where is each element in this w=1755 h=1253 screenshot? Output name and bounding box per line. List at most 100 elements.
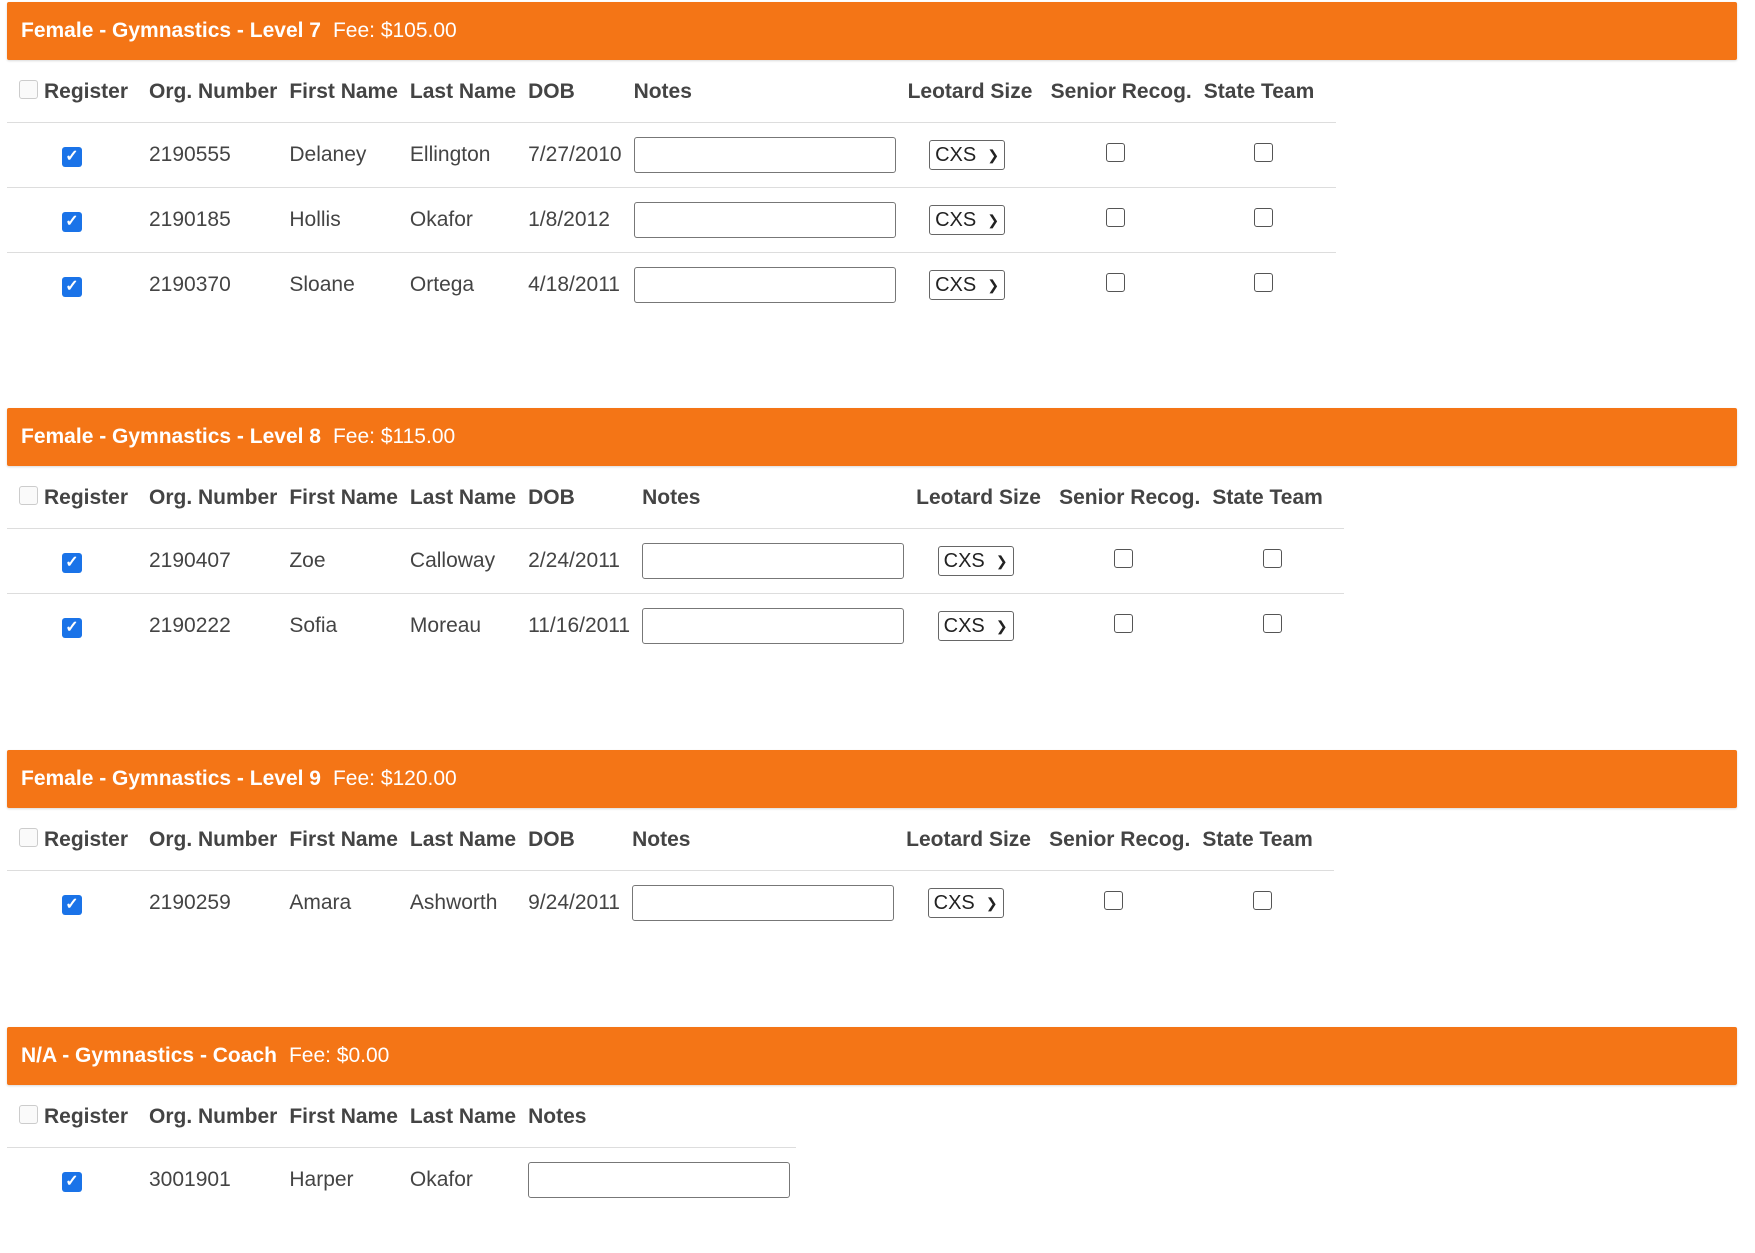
select-all-checkbox[interactable]	[19, 1104, 38, 1124]
org-number-header: Org. Number	[137, 62, 278, 123]
section-coach: N/A - Gymnastics - Coach Fee: $0.00 Regi…	[7, 1027, 1737, 1212]
state-cell	[1191, 187, 1336, 253]
leotard-size-value: CXS	[935, 273, 977, 296]
notes-header: Notes	[621, 62, 896, 123]
org-number: 2190259	[149, 891, 231, 914]
notes-cell	[630, 528, 905, 594]
leotard-cell: CXS ❯	[894, 871, 1037, 936]
section-level-9: Female - Gymnastics - Level 9 Fee: $120.…	[7, 750, 1737, 935]
registration-table: Register Org. Number First Name Last Nam…	[7, 1087, 797, 1213]
state-team-checkbox[interactable]	[1262, 613, 1282, 633]
leotard-size-select[interactable]: CXS ❯	[937, 611, 1014, 641]
table-row: ✓ 2190555 Delaney Ellington 7/27/2010 CX…	[7, 122, 1336, 188]
senior-recog-header: Senior Recog.	[1037, 810, 1191, 871]
leotard-size-select[interactable]: CXS ❯	[929, 140, 1006, 170]
dob: 7/27/2010	[516, 122, 622, 188]
leotard-size-value: CXS	[935, 208, 977, 231]
dob: 11/16/2011	[528, 614, 631, 637]
org-number: 3001901	[149, 1168, 231, 1191]
senior-recog-checkbox[interactable]	[1104, 890, 1124, 910]
section-title: Female - Gymnastics - Level 7	[21, 19, 321, 42]
leotard-cell: CXS ❯	[895, 122, 1039, 188]
leotard-cell: CXS ❯	[896, 253, 1039, 318]
leotard-size-select[interactable]: CXS ❯	[927, 888, 1004, 918]
section-title: Female - Gymnastics - Level 9	[21, 767, 321, 790]
senior-cell	[1039, 253, 1192, 318]
select-all-checkbox[interactable]	[19, 827, 38, 847]
leotard-cell: CXS ❯	[904, 528, 1048, 594]
first-name: Hollis	[277, 187, 398, 253]
notes-input[interactable]	[633, 137, 896, 173]
senior-recog-checkbox[interactable]	[1114, 548, 1134, 568]
section-header: Female - Gymnastics - Level 9 Fee: $120.…	[7, 750, 1737, 808]
leotard-size-header: Leotard Size	[895, 62, 1039, 123]
state-team-header: State Team	[1200, 468, 1345, 529]
first-name: Sloane	[289, 273, 355, 296]
notes-cell	[630, 594, 905, 659]
senior-recog-checkbox[interactable]	[1105, 272, 1125, 292]
registration-table: Register Org. Number First Name Last Nam…	[7, 810, 1335, 936]
dob: 4/18/2011	[528, 273, 620, 296]
dob: 2/24/2011	[516, 528, 631, 594]
leotard-cell: CXS ❯	[895, 187, 1039, 253]
state-team-checkbox[interactable]	[1262, 548, 1282, 568]
section-fee: Fee: $115.00	[332, 425, 456, 448]
register-cell: ✓	[7, 528, 137, 594]
register-checkbox[interactable]: ✓	[62, 1172, 82, 1192]
dob-header: DOB	[516, 468, 631, 529]
senior-cell	[1047, 528, 1201, 594]
notes-input[interactable]	[642, 608, 905, 644]
select-all-checkbox[interactable]	[19, 485, 38, 505]
notes-header: Notes	[630, 468, 905, 529]
register-checkbox[interactable]: ✓	[62, 895, 82, 915]
select-all-checkbox[interactable]	[19, 79, 38, 99]
section-fee: Fee: $105.00	[332, 19, 457, 42]
senior-recog-checkbox[interactable]	[1114, 613, 1134, 633]
first-name: Sofia	[289, 614, 338, 637]
last-name-header: Last Name	[397, 810, 517, 871]
section-level-8: Female - Gymnastics - Level 8 Fee: $115.…	[7, 408, 1737, 658]
last-name-header: Last Name	[397, 62, 517, 123]
leotard-size-header: Leotard Size	[904, 468, 1048, 529]
leotard-size-select[interactable]: CXS ❯	[937, 546, 1014, 576]
leotard-size-header: Leotard Size	[894, 810, 1038, 871]
org-number-header: Org. Number	[137, 1087, 278, 1148]
notes-input[interactable]	[528, 1162, 791, 1198]
dob: 9/24/2011	[528, 891, 620, 914]
first-name: Harper	[289, 1168, 354, 1191]
notes-input[interactable]	[633, 267, 896, 303]
notes-input[interactable]	[633, 202, 896, 238]
notes-input[interactable]	[632, 885, 895, 921]
section-title: N/A - Gymnastics - Coach	[21, 1044, 277, 1067]
register-header-label: Register	[44, 486, 129, 509]
notes-input[interactable]	[642, 543, 905, 579]
state-team-checkbox[interactable]	[1254, 272, 1274, 292]
state-team-header: State Team	[1190, 810, 1335, 871]
notes-header: Notes	[516, 1087, 797, 1148]
leotard-size-select[interactable]: CXS ❯	[929, 205, 1006, 235]
register-checkbox[interactable]: ✓	[62, 212, 82, 232]
notes-cell	[516, 1148, 796, 1213]
senior-recog-checkbox[interactable]	[1105, 207, 1125, 227]
org-number-header: Org. Number	[137, 810, 278, 871]
register-checkbox[interactable]: ✓	[62, 618, 82, 638]
dob-header: DOB	[516, 62, 622, 123]
leotard-size-select[interactable]: CXS ❯	[929, 270, 1006, 300]
senior-recog-header: Senior Recog.	[1047, 468, 1201, 529]
section-title: Female - Gymnastics - Level 8	[21, 425, 321, 448]
senior-recog-checkbox[interactable]	[1105, 142, 1125, 162]
register-checkbox[interactable]: ✓	[62, 553, 82, 573]
last-name: Ashworth	[409, 891, 498, 914]
last-name-header: Last Name	[397, 1087, 517, 1148]
section-header: N/A - Gymnastics - Coach Fee: $0.00	[7, 1027, 1737, 1085]
chevron-down-icon: ❯	[995, 552, 1008, 569]
register-checkbox[interactable]: ✓	[62, 147, 82, 167]
register-checkbox[interactable]: ✓	[62, 277, 82, 297]
state-team-checkbox[interactable]	[1254, 207, 1274, 227]
org-number: 2190370	[149, 273, 231, 296]
section-header: Female - Gymnastics - Level 7 Fee: $105.…	[7, 2, 1737, 60]
state-team-checkbox[interactable]	[1254, 142, 1274, 162]
state-team-checkbox[interactable]	[1252, 890, 1272, 910]
notes-cell	[620, 871, 895, 936]
register-cell: ✓	[7, 187, 137, 253]
